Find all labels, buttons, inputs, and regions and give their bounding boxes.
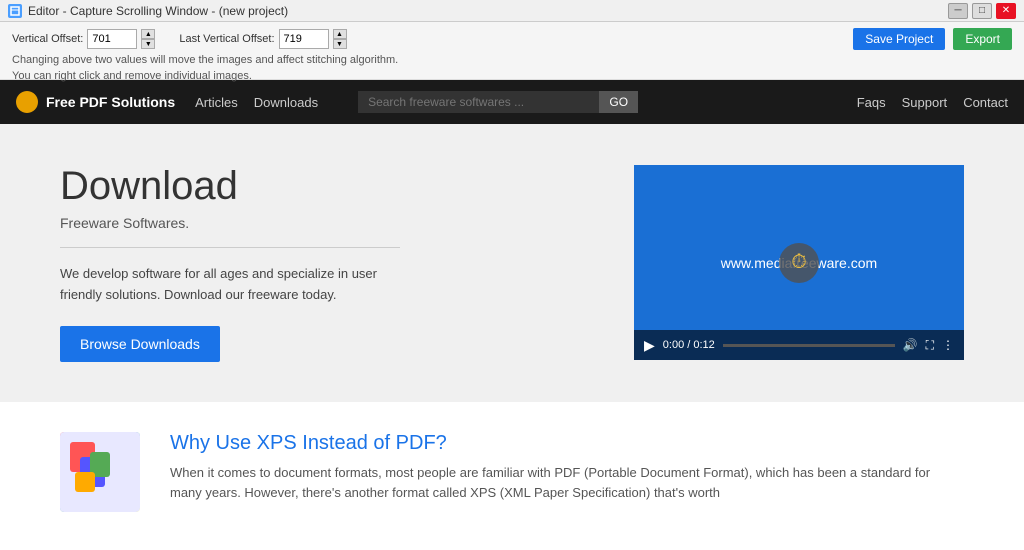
save-project-button[interactable]: Save Project: [853, 28, 945, 50]
nav-link-downloads[interactable]: Downloads: [254, 95, 318, 110]
close-button[interactable]: ✕: [996, 3, 1016, 19]
video-time: 0:00 / 0:12: [663, 339, 715, 351]
nav-link-faqs[interactable]: Faqs: [857, 95, 886, 110]
last-vertical-offset-spinner[interactable]: ▲ ▼: [333, 29, 347, 49]
last-spinner-down[interactable]: ▼: [333, 39, 347, 49]
last-vertical-offset-group: Last Vertical Offset: ▲ ▼: [179, 29, 346, 49]
nav-links: Articles Downloads: [195, 95, 318, 110]
window-controls[interactable]: ─ □ ✕: [948, 3, 1016, 19]
toolbar: Vertical Offset: ▲ ▼ Last Vertical Offse…: [0, 22, 1024, 80]
video-volume-button[interactable]: 🔊: [903, 338, 918, 352]
browse-downloads-button[interactable]: Browse Downloads: [60, 326, 220, 362]
vertical-offset-label: Vertical Offset:: [12, 33, 83, 45]
title-text: Editor - Capture Scrolling Window - (new…: [28, 4, 288, 18]
vertical-offset-spinner[interactable]: ▲ ▼: [141, 29, 155, 49]
search-button[interactable]: GO: [599, 91, 638, 113]
video-progress-bar[interactable]: [723, 344, 895, 347]
spinner-down[interactable]: ▼: [141, 39, 155, 49]
nav-link-articles[interactable]: Articles: [195, 95, 238, 110]
video-fullscreen-button[interactable]: ⛶: [926, 338, 934, 353]
video-play-button[interactable]: ▶: [644, 337, 655, 354]
nav-logo[interactable]: Free PDF Solutions: [16, 91, 175, 113]
search-input[interactable]: [358, 91, 599, 113]
article-title[interactable]: Why Use XPS Instead of PDF?: [170, 432, 964, 455]
hero-video: www.mediafreeware.com ⏱ ▶ 0:00 / 0:12 🔊 …: [634, 165, 964, 360]
video-more-button[interactable]: ⋮: [942, 338, 954, 352]
article-body: When it comes to document formats, most …: [170, 463, 964, 505]
nav-right-links: Faqs Support Contact: [857, 95, 1008, 110]
nav-search: GO: [358, 91, 638, 113]
restore-button[interactable]: □: [972, 3, 992, 19]
app-icon: [8, 4, 22, 18]
hero-title: Download: [60, 164, 400, 209]
toolbar-buttons: Save Project Export: [853, 28, 1012, 50]
title-bar-left: Editor - Capture Scrolling Window - (new…: [8, 4, 288, 18]
hero-subtitle: Freeware Softwares.: [60, 215, 400, 248]
logo-icon: [16, 91, 38, 113]
hero-description: We develop software for all ages and spe…: [60, 264, 400, 306]
hero-left: Download Freeware Softwares. We develop …: [60, 164, 400, 362]
minimize-button[interactable]: ─: [948, 3, 968, 19]
video-controls-bar[interactable]: ▶ 0:00 / 0:12 🔊 ⛶ ⋮: [634, 330, 964, 360]
spinner-up[interactable]: ▲: [141, 29, 155, 39]
web-content: Free PDF Solutions Articles Downloads GO…: [0, 80, 1024, 550]
toolbar-row: Vertical Offset: ▲ ▼ Last Vertical Offse…: [12, 28, 1012, 50]
vertical-offset-group: Vertical Offset: ▲ ▼: [12, 29, 155, 49]
article-content: Why Use XPS Instead of PDF? When it come…: [170, 432, 964, 512]
nav-link-contact[interactable]: Contact: [963, 95, 1008, 110]
clock-symbol: ⏱: [779, 243, 819, 283]
last-spinner-up[interactable]: ▲: [333, 29, 347, 39]
article-thumbnail: [60, 432, 140, 512]
nav-bar: Free PDF Solutions Articles Downloads GO…: [0, 80, 1024, 124]
video-clock-icon: ⏱: [779, 243, 819, 283]
nav-link-support[interactable]: Support: [902, 95, 948, 110]
toolbar-info-line2: You can right click and remove individua…: [12, 70, 1012, 82]
toolbar-info-line1: Changing above two values will move the …: [12, 54, 1012, 66]
last-vertical-offset-label: Last Vertical Offset:: [179, 33, 274, 45]
last-vertical-offset-input[interactable]: [279, 29, 329, 49]
nav-brand-name: Free PDF Solutions: [46, 94, 175, 110]
vertical-offset-input[interactable]: [87, 29, 137, 49]
export-button[interactable]: Export: [953, 28, 1012, 50]
hero-section: Download Freeware Softwares. We develop …: [0, 124, 1024, 402]
below-hero-section: Why Use XPS Instead of PDF? When it come…: [0, 402, 1024, 542]
title-bar: Editor - Capture Scrolling Window - (new…: [0, 0, 1024, 22]
